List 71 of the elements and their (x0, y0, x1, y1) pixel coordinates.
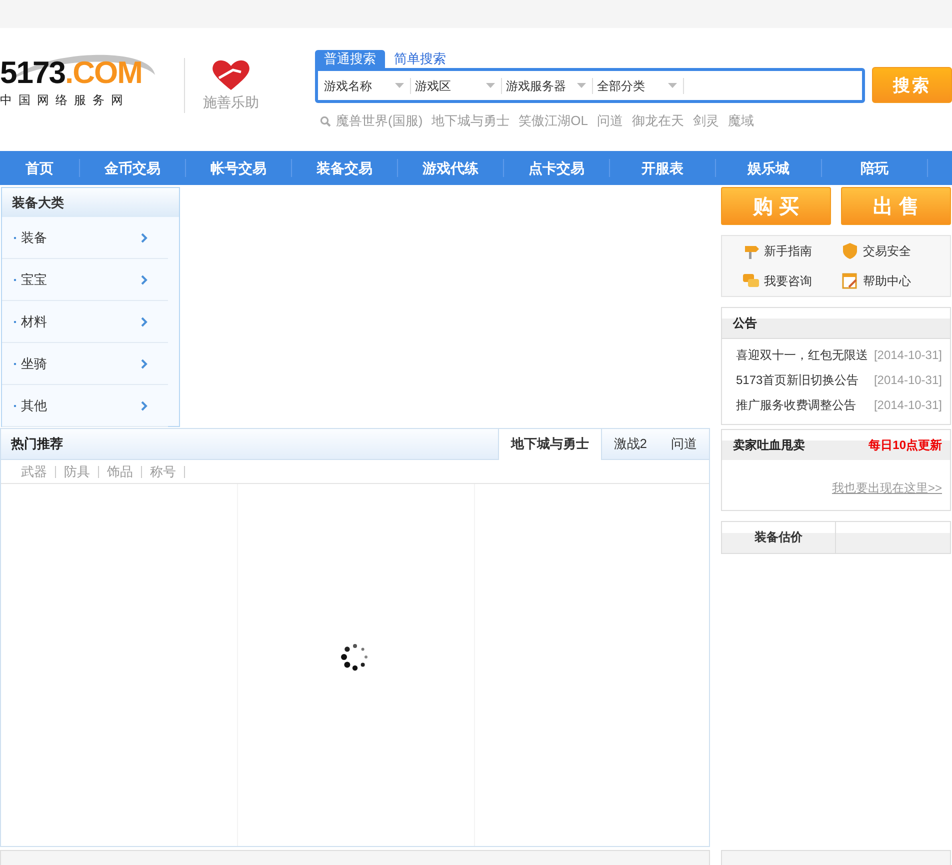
notice-link[interactable]: 推广服务收费调整公告 (736, 393, 856, 418)
hot-word-link[interactable]: 剑灵 (693, 112, 720, 130)
dropdown[interactable]: 游戏服务器 (506, 78, 593, 94)
notepad-icon (841, 272, 859, 290)
nav-item[interactable]: 帐号交易 (186, 159, 292, 177)
chevron-icon (141, 358, 148, 368)
category-item[interactable]: 坐骑 (2, 343, 168, 385)
chevron-icon (141, 232, 148, 242)
nav-item[interactable]: 装备交易 (292, 159, 398, 177)
game-tab[interactable]: 激战2 (602, 429, 659, 459)
notice-date: [2014-10-31] (874, 397, 942, 414)
search-field[interactable]: 游戏名称 游戏区 游戏服务器 全部分类 (315, 68, 865, 103)
hot-word-link[interactable]: 问道 (597, 112, 624, 130)
shield-icon (841, 242, 859, 260)
hot-word-link[interactable]: 笑傲江湖OL (518, 112, 588, 130)
dropdown[interactable]: 游戏区 (415, 78, 502, 94)
nav-item[interactable]: 游戏代练 (398, 159, 504, 177)
dropdown[interactable]: 游戏名称 (324, 78, 411, 94)
trade-button[interactable]: 购 买 (721, 187, 831, 225)
caret-icon (486, 83, 495, 88)
panel-title: 装备大类 (2, 188, 179, 217)
chat-icon (742, 272, 760, 290)
update-note: 每日10点更新 (868, 436, 943, 454)
hot-word-link[interactable]: 御龙在天 (632, 112, 684, 130)
charity-link[interactable]: 施善乐助 (203, 94, 260, 112)
caret-icon (577, 83, 586, 88)
chevron-icon (141, 400, 148, 410)
estimate-tab[interactable]: 装备估价 (722, 522, 836, 553)
category-item[interactable]: 材料 (2, 301, 168, 343)
category-item[interactable]: 装备 (2, 217, 168, 259)
nav-item[interactable]: 娱乐城 (716, 159, 822, 177)
notice-link[interactable]: 5173首页新旧切换公告 (736, 368, 859, 393)
caret-icon (395, 83, 404, 88)
hot-word-link[interactable]: 魔兽世界(国服) (336, 112, 423, 130)
panel-title: 公告 (732, 314, 757, 332)
heart-icon (211, 58, 252, 92)
filter-link[interactable]: 武器 (13, 466, 56, 478)
category-item[interactable]: 宝宝 (2, 259, 168, 301)
chevron-icon (141, 274, 148, 284)
trade-button[interactable]: 出 售 (841, 187, 951, 225)
nav-item[interactable]: 开服表 (610, 159, 716, 177)
help-link[interactable]: 交易安全 (841, 242, 940, 260)
nav-item[interactable]: 点卡交易 (504, 159, 610, 177)
dropdown[interactable]: 全部分类 (597, 78, 684, 94)
filter-link[interactable]: 称号 (142, 466, 185, 478)
game-tab[interactable]: 问道 (659, 429, 709, 459)
search-button[interactable]: 搜索 (872, 67, 952, 103)
filter-link[interactable]: 饰品 (99, 466, 142, 478)
chevron-icon (141, 316, 148, 326)
panel-title: 热门推荐 (10, 435, 63, 453)
help-link[interactable]: 新手指南 (742, 242, 841, 260)
search-tab[interactable]: 简单搜索 (385, 50, 455, 68)
panel-title: 卖家吐血甩卖 (732, 436, 805, 454)
nav-item[interactable]: 陪玩 (822, 159, 928, 177)
site-logo[interactable]: 5173.COM 中国网络服务网 (0, 28, 164, 118)
hot-word-link[interactable]: 地下城与勇士 (432, 112, 510, 130)
promo-link[interactable]: 我也要出现在这里>> (832, 481, 942, 495)
hot-word-link[interactable]: 魔域 (728, 112, 754, 130)
game-tab[interactable]: 地下城与勇士 (498, 429, 602, 460)
notice-date: [2014-10-31] (874, 372, 942, 389)
caret-icon (668, 83, 677, 88)
search-icon (320, 116, 331, 126)
help-link[interactable]: 我要咨询 (742, 272, 841, 290)
filter-link[interactable]: 防具 (56, 466, 99, 478)
category-item[interactable]: 其他 (2, 385, 168, 427)
nav-item[interactable]: 金币交易 (80, 159, 186, 177)
notice-date: [2014-10-31] (874, 347, 942, 364)
help-link[interactable]: 帮助中心 (841, 272, 940, 290)
nav-item[interactable]: 首页 (0, 159, 80, 177)
search-tab[interactable]: 普通搜索 (315, 50, 385, 68)
notice-link[interactable]: 喜迎双十一，红包无限送 (736, 343, 868, 368)
